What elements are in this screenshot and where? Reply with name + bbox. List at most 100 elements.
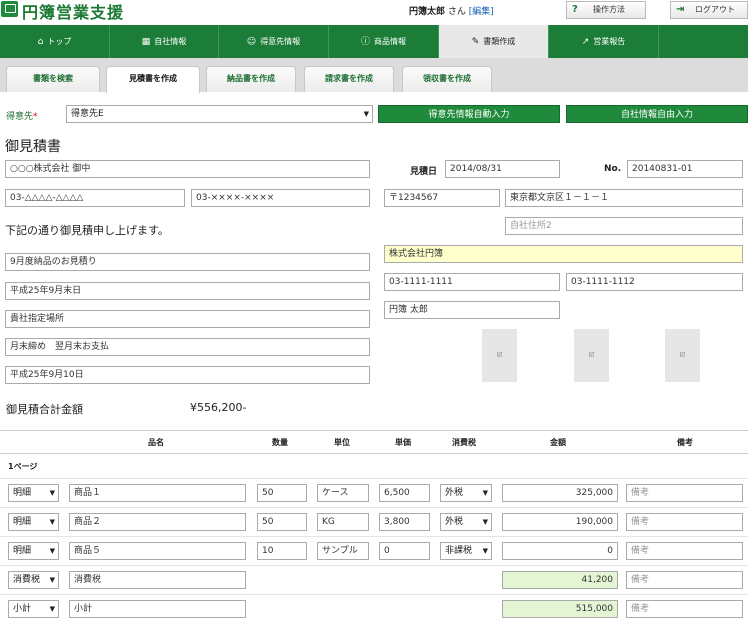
recipient-tel-field[interactable]: 03-△△△△-△△△△ xyxy=(5,189,185,207)
logout-icon: ⇥ xyxy=(676,4,685,15)
estimate-date-label: 見積日 xyxy=(410,167,438,177)
company-name-field[interactable]: 株式会社円簿 xyxy=(384,245,743,263)
row-type-select[interactable]: 明細 ▼ xyxy=(8,542,59,560)
nav-item-reports[interactable]: ↗ 営業報告 xyxy=(549,25,659,58)
amount-field[interactable]: 190,000 xyxy=(502,513,618,531)
item-name-field[interactable]: 小計 xyxy=(69,600,246,618)
nav-item-products[interactable]: ⓘ 商品情報 xyxy=(329,25,439,58)
company-fax-field[interactable]: 03-1111-1112 xyxy=(566,273,743,291)
chevron-down-icon: ▼ xyxy=(49,547,55,555)
user-honorific: さん xyxy=(445,7,469,17)
estimate-date-field[interactable]: 2014/08/31 xyxy=(445,160,560,178)
column-header: 金額 xyxy=(550,438,566,447)
chevron-down-icon: ▼ xyxy=(49,605,55,613)
tax-type-select[interactable]: 外税 ▼ xyxy=(440,513,492,531)
logo-icon xyxy=(1,1,18,17)
note-field[interactable]: 備考 xyxy=(626,542,743,560)
row-type-select[interactable]: 明細 ▼ xyxy=(8,513,59,531)
company-tel-field[interactable]: 03-1111-1111 xyxy=(384,273,560,291)
row-type-select[interactable]: 明細 ▼ xyxy=(8,484,59,502)
note-field[interactable]: 備考 xyxy=(626,571,743,589)
tax-type-value: 外税 xyxy=(445,517,464,527)
chevron-down-icon: ▼ xyxy=(482,547,488,555)
nav-label: 得意先情報 xyxy=(260,37,301,46)
person-field[interactable]: 円簿 太郎 xyxy=(384,301,560,319)
quantity-field[interactable]: 10 xyxy=(257,542,307,560)
total-value: ¥556,200- xyxy=(190,401,247,414)
item-name-field[interactable]: 商品５ xyxy=(69,542,246,560)
nav-label: トップ xyxy=(47,37,72,46)
customer-label-text: 得意先 xyxy=(6,112,34,122)
customer-select[interactable]: 得意先E ▼ xyxy=(66,105,373,123)
nav-item-top[interactable]: ⌂ トップ xyxy=(0,25,110,58)
row-type-value: 明細 xyxy=(13,517,32,527)
unit-price-field[interactable]: 6,500 xyxy=(379,484,430,502)
unit-price-field[interactable]: 0 xyxy=(379,542,430,560)
edit-profile-link[interactable]: [編集] xyxy=(469,7,494,17)
valid-until-field[interactable]: 平成25年9月10日 xyxy=(5,366,370,384)
tab-create-delivery-note[interactable]: 納品書を作成 xyxy=(206,66,296,92)
unit-price-field[interactable]: 3,800 xyxy=(379,513,430,531)
address2-field[interactable]: 自社住所2 xyxy=(505,217,743,235)
tab-create-estimate[interactable]: 見積書を作成 xyxy=(106,66,200,93)
unit-field[interactable]: サンプル xyxy=(317,542,369,560)
delivery-date-field[interactable]: 平成25年9月末日 xyxy=(5,282,370,300)
note-field[interactable]: 備考 xyxy=(626,513,743,531)
nav-item-company[interactable]: ▦ 自社情報 xyxy=(110,25,219,58)
tab-search-documents[interactable]: 書類を検索 xyxy=(6,66,100,92)
stamp-box[interactable]: 印 xyxy=(574,329,609,382)
user-info: 円簿太郎 さん [編集] xyxy=(409,4,494,17)
row-divider xyxy=(0,478,748,479)
amount-field[interactable]: 325,000 xyxy=(502,484,618,502)
nav-label: 商品情報 xyxy=(374,37,406,46)
stamp-box[interactable]: 印 xyxy=(482,329,517,382)
chevron-down-icon: ▼ xyxy=(363,110,369,118)
recipient-field[interactable]: ○○○株式会社 御中 xyxy=(5,160,370,178)
help-icon: ? xyxy=(572,4,578,15)
home-icon: ⌂ xyxy=(37,37,44,47)
delivery-place-field[interactable]: 貴社指定場所 xyxy=(5,310,370,328)
row-type-select[interactable]: 消費税 ▼ xyxy=(8,571,59,589)
help-button[interactable]: ? 操作方法 xyxy=(566,1,646,19)
users-icon: ☺ xyxy=(246,37,257,47)
zip-field[interactable]: 〒1234567 xyxy=(384,189,500,207)
number-field[interactable]: 20140831-01 xyxy=(627,160,743,178)
item-name-field[interactable]: 消費税 xyxy=(69,571,246,589)
row-divider xyxy=(0,594,748,595)
quantity-field[interactable]: 50 xyxy=(257,513,307,531)
company-free-input-button[interactable]: 自社情報自由入力 xyxy=(566,105,748,123)
stamp-box[interactable]: 印 xyxy=(665,329,700,382)
tab-create-invoice[interactable]: 請求書を作成 xyxy=(304,66,394,92)
address1-field[interactable]: 東京都文京区１－１－１ xyxy=(505,189,743,207)
amount-field[interactable]: 0 xyxy=(502,542,618,560)
column-header: 備考 xyxy=(677,438,693,447)
item-name-field[interactable]: 商品１ xyxy=(69,484,246,502)
payment-terms-field[interactable]: 月末締め 翌月末お支払 xyxy=(5,338,370,356)
subject-field[interactable]: 9月度納品のお見積り xyxy=(5,253,370,271)
row-divider xyxy=(0,565,748,566)
note-field[interactable]: 備考 xyxy=(626,600,743,618)
row-type-select[interactable]: 小計 ▼ xyxy=(8,600,59,618)
tab-create-receipt[interactable]: 領収書を作成 xyxy=(402,66,492,92)
column-header: 単価 xyxy=(395,438,411,447)
nav-item-customers[interactable]: ☺ 得意先情報 xyxy=(219,25,329,58)
recipient-fax-field[interactable]: 03-××××-×××× xyxy=(191,189,370,207)
unit-field[interactable]: KG xyxy=(317,513,369,531)
item-name-field[interactable]: 商品２ xyxy=(69,513,246,531)
logout-button[interactable]: ⇥ ログアウト xyxy=(670,1,748,19)
tax-type-select[interactable]: 外税 ▼ xyxy=(440,484,492,502)
tax-type-select[interactable]: 非課税 ▼ xyxy=(440,542,492,560)
row-type-value: 小計 xyxy=(13,604,32,614)
nav-item-documents[interactable]: ✎ 書類作成 xyxy=(439,25,549,58)
column-header: 単位 xyxy=(334,438,350,447)
quantity-field[interactable]: 50 xyxy=(257,484,307,502)
tax-type-value: 非課税 xyxy=(445,546,473,556)
column-header: 数量 xyxy=(272,438,288,447)
note-field[interactable]: 備考 xyxy=(626,484,743,502)
chevron-down-icon: ▼ xyxy=(49,518,55,526)
number-label: No. xyxy=(604,164,622,174)
row-type-value: 消費税 xyxy=(13,575,41,585)
total-label: 御見積合計金額 xyxy=(6,403,83,416)
customer-autofill-button[interactable]: 得意先情報自動入力 xyxy=(378,105,560,123)
unit-field[interactable]: ケース xyxy=(317,484,369,502)
